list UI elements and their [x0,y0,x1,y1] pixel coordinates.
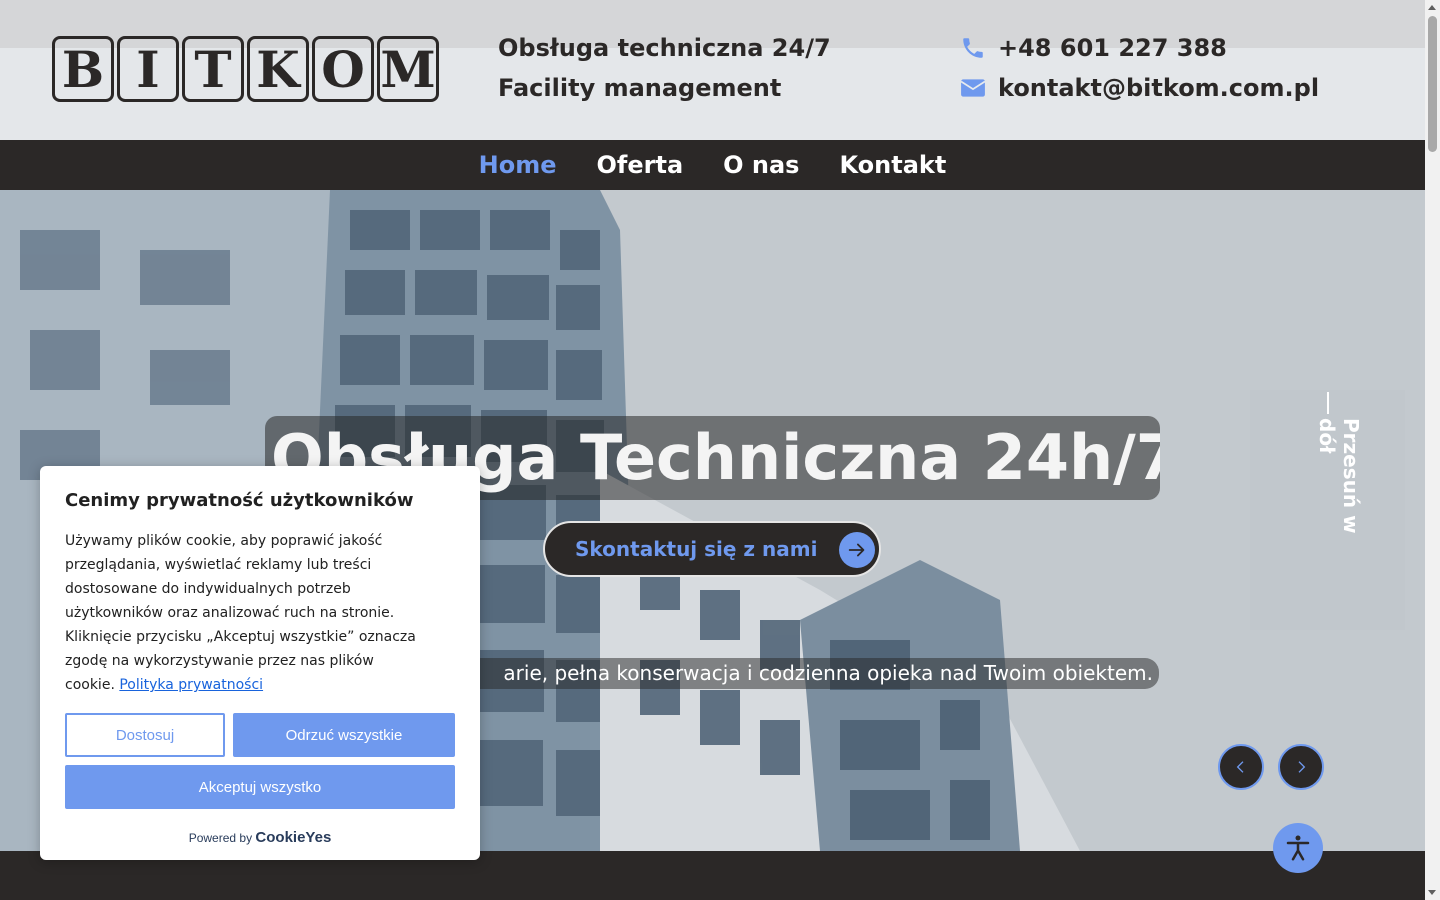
arrow-right-icon [839,532,875,568]
logo-tile: B [52,36,114,102]
customize-button[interactable]: Dostosuj [65,713,225,757]
slider-prev-button[interactable] [1218,744,1264,790]
site-header: B I T K O M Obsługa techniczna 24/7 Faci… [0,0,1425,140]
reject-all-button[interactable]: Odrzuć wszystkie [233,713,455,757]
phone-number: +48 601 227 388 [998,34,1227,62]
contact-us-label: Skontaktuj się z nami [575,537,818,561]
chevron-right-icon [1298,761,1306,773]
accessibility-icon [1286,835,1310,861]
email-address: kontakt@bitkom.com.pl [998,74,1320,102]
bitkom-logo[interactable]: B I T K O M [52,36,439,102]
scroll-up-arrow[interactable] [1428,5,1436,10]
powered-by-label: Powered by [188,831,253,845]
logo-tile: M [377,36,439,102]
tagline-facility-management: Facility management [498,74,782,102]
scroll-down-arrow[interactable] [1428,890,1436,895]
nav-item-kontakt[interactable]: Kontakt [839,151,946,179]
phone-contact[interactable]: +48 601 227 388 [960,34,1227,62]
nav-item-home[interactable]: Home [479,151,557,179]
cookie-button-row: Dostosuj Odrzuć wszystkie [65,713,455,757]
powered-by-cookieyes[interactable]: Powered by CookieYes [40,829,480,846]
phone-icon [963,38,983,58]
nav-item-o-nas[interactable]: O nas [723,151,799,179]
email-contact[interactable]: kontakt@bitkom.com.pl [960,74,1319,102]
envelope-icon [960,79,986,97]
tagline-technical-service: Obsługa techniczna 24/7 [498,34,831,62]
page-scrollbar[interactable] [1425,0,1440,900]
cookie-consent-dialog: Cenimy prywatność użytkowników Używamy p… [40,466,480,860]
cookieyes-logo: CookieYes [255,829,332,846]
scrollbar-thumb[interactable] [1428,16,1437,152]
slider-next-button[interactable] [1278,744,1324,790]
scroll-line [1327,392,1329,414]
accept-all-button[interactable]: Akceptuj wszystko [65,765,455,809]
cookie-body-text: Używamy plików cookie, aby poprawić jako… [65,533,416,693]
logo-tile: I [117,36,179,102]
chevron-left-icon [1236,761,1244,773]
cookie-title: Cenimy prywatność użytkowników [65,490,414,511]
main-navigation: Home Oferta O nas Kontakt [0,140,1425,190]
accessibility-button[interactable] [1273,823,1323,873]
contact-us-button[interactable]: Skontaktuj się z nami [543,521,881,577]
logo-tile: T [182,36,244,102]
privacy-policy-link[interactable]: Polityka prywatności [119,677,263,693]
logo-tile: O [312,36,374,102]
nav-item-oferta[interactable]: Oferta [597,151,684,179]
scroll-down-label: Przesuń w dół [1315,418,1363,534]
scroll-down-indicator[interactable]: Przesuń w dół [1313,392,1363,572]
logo-tile: K [247,36,309,102]
cookie-description: Używamy plików cookie, aby poprawić jako… [65,529,425,697]
